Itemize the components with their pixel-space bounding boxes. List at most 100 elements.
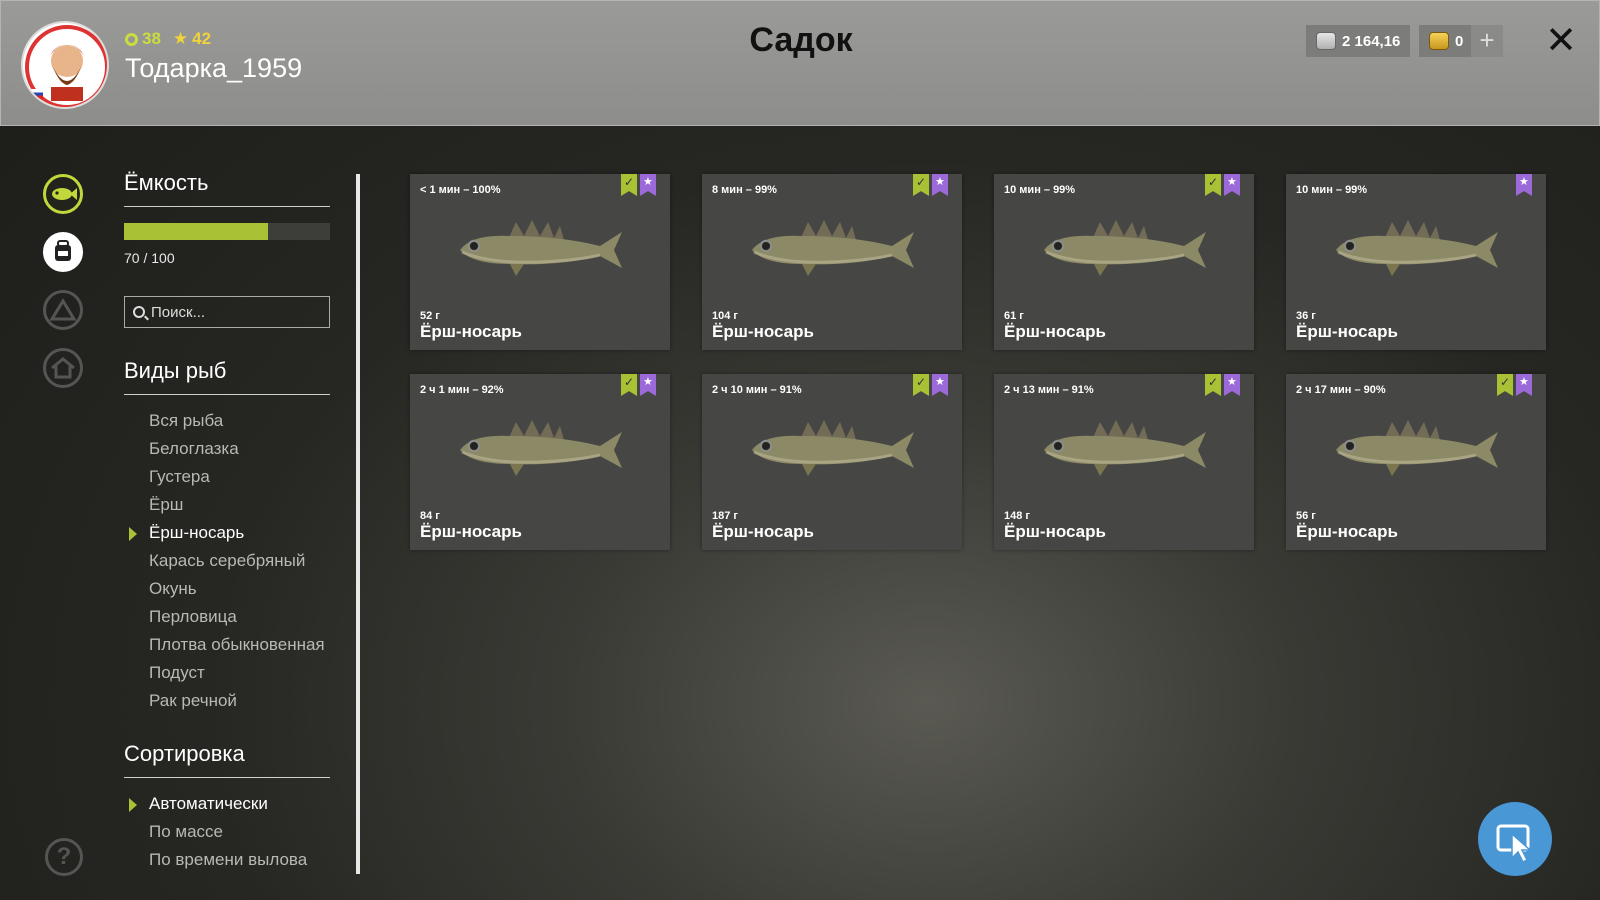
species-filter-item[interactable]: Плотва обыкновенная: [124, 631, 330, 659]
ruffe-fish-icon: [1326, 210, 1506, 286]
star-bookmark-icon: [640, 174, 656, 196]
fish-card[interactable]: 2 ч 10 мин – 91% 187 гЁрш-носарь: [702, 374, 962, 550]
catch-time: 2 ч 17 мин – 90%: [1296, 384, 1386, 396]
sort-option-item[interactable]: По массе: [124, 818, 330, 846]
card-badges: [913, 174, 948, 196]
species-filter-item[interactable]: Вся рыба: [124, 407, 330, 435]
catch-time: 2 ч 13 мин – 91%: [1004, 384, 1094, 396]
capacity-bar-fill: [124, 223, 269, 240]
check-bookmark-icon: [1497, 374, 1513, 396]
check-bookmark-icon: [621, 174, 637, 196]
cursor-icon: [1496, 824, 1532, 864]
ruffe-fish-icon: [1034, 210, 1214, 286]
fish-name: Ёрш-носарь: [1004, 322, 1106, 341]
fish-card[interactable]: < 1 мин – 100% 52 гЁрш-носарь: [410, 174, 670, 350]
search-input[interactable]: Поиск...: [124, 296, 330, 328]
catch-time: 10 мин – 99%: [1296, 184, 1368, 196]
check-bookmark-icon: [913, 174, 929, 196]
species-filter-item[interactable]: Карась серебряный: [124, 547, 330, 575]
card-badges: [1205, 174, 1240, 196]
ruffe-fish-icon: [742, 210, 922, 286]
top-bar: 38 ★ 42 Тодарка_1959 Садок 2 164,16 0 + …: [0, 0, 1600, 126]
fish-weight: 84 г: [420, 510, 440, 522]
fish-card[interactable]: 2 ч 13 мин – 91% 148 гЁрш-носарь: [994, 374, 1254, 550]
search-icon: [133, 306, 145, 318]
card-badges: [913, 374, 948, 396]
catch-time: < 1 мин – 100%: [420, 184, 501, 196]
fish-name: Ёрш-носарь: [1004, 522, 1106, 541]
fish-weight: 61 г: [1004, 310, 1024, 322]
sort-option-item[interactable]: Автоматически: [124, 790, 330, 818]
species-filter-item[interactable]: Ёрш: [124, 491, 330, 519]
species-list: Вся рыба Белоглазка Густера Ёрш Ёрш-носарь Ка…: [124, 395, 330, 715]
cursor-mode-button[interactable]: [1478, 802, 1552, 876]
star-bookmark-icon: [1224, 174, 1240, 196]
species-filter-item[interactable]: Окунь: [124, 575, 330, 603]
fish-name: Ёрш-носарь: [712, 322, 814, 341]
check-bookmark-icon: [1205, 174, 1221, 196]
card-badges: [1497, 374, 1532, 396]
fish-weight: 36 г: [1296, 310, 1316, 322]
fish-weight: 148 г: [1004, 510, 1030, 522]
card-badges: [621, 174, 656, 196]
fish-card[interactable]: 10 мин – 99% 36 гЁрш-носарь: [1286, 174, 1546, 350]
fish-weight: 187 г: [712, 510, 738, 522]
check-bookmark-icon: [621, 374, 637, 396]
species-filter-item[interactable]: Подуст: [124, 659, 330, 687]
ruffe-fish-icon: [450, 410, 630, 486]
species-filter-item[interactable]: Ёрш-носарь: [124, 519, 330, 547]
sorting-title: Сортировка: [124, 741, 330, 778]
species-filter-item[interactable]: Белоглазка: [124, 435, 330, 463]
star-bookmark-icon: [1224, 374, 1240, 396]
card-badges: [621, 374, 656, 396]
keepnet-tab-icon[interactable]: [43, 174, 83, 214]
gold-coins-icon: [1429, 32, 1449, 50]
catch-time: 10 мин – 99%: [1004, 184, 1076, 196]
card-badges: [1205, 374, 1240, 396]
fish-weight: 104 г: [712, 310, 738, 322]
star-bookmark-icon: [640, 374, 656, 396]
flag-icon: [27, 89, 43, 99]
check-bookmark-icon: [1205, 374, 1221, 396]
silver-value: 2 164,16: [1342, 32, 1401, 50]
gold-value: 0: [1455, 32, 1464, 50]
fish-card[interactable]: 8 мин – 99% 104 гЁрш-носарь: [702, 174, 962, 350]
fish-weight: 56 г: [1296, 510, 1316, 522]
sort-option-item[interactable]: По времени вылова: [124, 846, 330, 874]
fish-card[interactable]: 10 мин – 99% 61 гЁрш-носарь: [994, 174, 1254, 350]
filter-panel: Ёмкость 70 / 100 Поиск... Виды рыб Вся р…: [124, 170, 330, 874]
sorting-list: Автоматически По массе По времени вылова: [124, 778, 330, 874]
fish-weight: 52 г: [420, 310, 440, 322]
fish-name: Ёрш-носарь: [420, 322, 522, 341]
species-filter-item[interactable]: Рак речной: [124, 687, 330, 715]
check-bookmark-icon: [913, 374, 929, 396]
catch-time: 2 ч 10 мин – 91%: [712, 384, 802, 396]
tent-tab-icon[interactable]: [43, 290, 83, 330]
capacity-value: 70 / 100: [124, 250, 175, 266]
species-title: Виды рыб: [124, 358, 330, 395]
species-filter-item[interactable]: Перловица: [124, 603, 330, 631]
panel-scrollbar[interactable]: [356, 174, 360, 874]
fish-name: Ёрш-носарь: [1296, 522, 1398, 541]
capacity-bar: [124, 223, 330, 240]
star-bookmark-icon: [1516, 174, 1532, 196]
fish-name: Ёрш-носарь: [712, 522, 814, 541]
home-tab-icon[interactable]: [43, 348, 83, 388]
star-bookmark-icon: [932, 374, 948, 396]
ruffe-fish-icon: [742, 410, 922, 486]
ruffe-fish-icon: [450, 210, 630, 286]
help-icon[interactable]: ?: [45, 838, 83, 876]
species-filter-item[interactable]: Густера: [124, 463, 330, 491]
fish-card[interactable]: 2 ч 17 мин – 90% 56 гЁрш-носарь: [1286, 374, 1546, 550]
star-bookmark-icon: [932, 174, 948, 196]
card-badges: [1516, 174, 1532, 196]
close-button[interactable]: ✕: [1543, 21, 1579, 61]
add-gold-button[interactable]: +: [1471, 25, 1503, 57]
fish-grid: < 1 мин – 100%52 гЁрш-носарь8 мин – 99%1…: [410, 174, 1546, 550]
catch-time: 8 мин – 99%: [712, 184, 777, 196]
backpack-tab-icon[interactable]: [43, 232, 83, 272]
fish-card[interactable]: 2 ч 1 мин – 92% 84 гЁрш-носарь: [410, 374, 670, 550]
catch-time: 2 ч 1 мин – 92%: [420, 384, 504, 396]
capacity-title: Ёмкость: [124, 170, 330, 207]
ruffe-fish-icon: [1034, 410, 1214, 486]
